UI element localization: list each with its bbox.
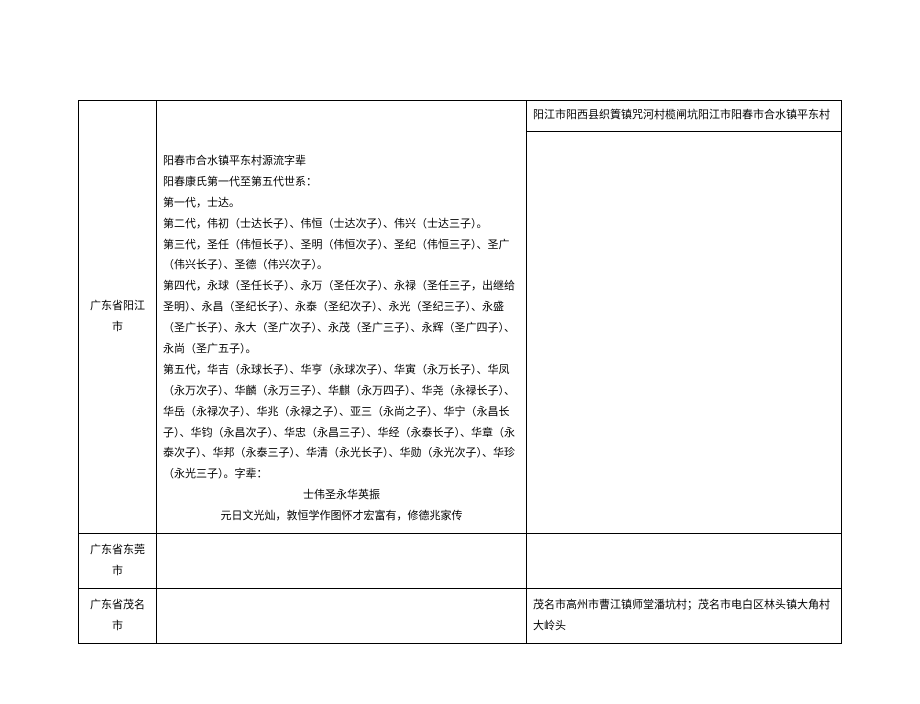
detail-cell-yangjiang: 阳春市合水镇平东村源流字辈 阳春康氏第一代至第五代世系： 第一代，士达。 第二代… (157, 101, 527, 534)
region-cell-yangjiang: 广东省阳江市 (79, 101, 157, 534)
address-cell-yangjiang-bottom (527, 131, 842, 533)
detail-line: 第五代，华吉（永球长子）、华亨（永球次子）、华寅（永万长子）、华凤（永万次子）、… (163, 360, 520, 485)
detail-center-line: 士伟圣永华英振 (163, 485, 520, 506)
detail-line: 第一代，士达。 (163, 193, 520, 214)
address-text: 茂名市高州市曹江镇师堂潘坑村；茂名市电白区林头镇大角村大岭头 (533, 599, 830, 632)
address-text: 阳江市阳西县织篢镇咒河村榄闸坑阳江市阳春市合水镇平东村 (533, 109, 830, 121)
address-cell-maoming: 茂名市高州市曹江镇师堂潘坑村；茂名市电白区林头镇大角村大岭头 (527, 588, 842, 643)
region-cell-dongguan: 广东省东莞市 (79, 534, 157, 589)
region-label: 广东省阳江市 (90, 300, 145, 333)
detail-center-line: 元日文光灿，敦恒学作图怀才宏富有，修德兆家传 (163, 506, 520, 527)
detail-line: 第三代，圣任（伟恒长子）、圣明（伟恒次子）、圣纪（伟恒三子）、圣广（伟兴长子）、… (163, 235, 520, 277)
address-cell-dongguan (527, 534, 842, 589)
detail-cell-maoming (157, 588, 527, 643)
detail-line: 第四代，永球（圣任长子）、永万（圣任次子）、永禄（圣任三子，出继给圣明）、永昌（… (163, 276, 520, 360)
detail-line: 第二代，伟初（士达长子）、伟恒（士达次子）、伟兴（士达三子）。 (163, 214, 520, 235)
genealogy-detail: 阳春市合水镇平东村源流字辈 阳春康氏第一代至第五代世系： 第一代，士达。 第二代… (163, 107, 520, 527)
address-cell-yangjiang-top: 阳江市阳西县织篢镇咒河村榄闸坑阳江市阳春市合水镇平东村 (527, 101, 842, 132)
region-cell-maoming: 广东省茂名市 (79, 588, 157, 643)
genealogy-table: 广东省阳江市 阳春市合水镇平东村源流字辈 阳春康氏第一代至第五代世系： 第一代，… (78, 100, 842, 644)
region-label: 广东省东莞市 (90, 544, 145, 577)
detail-line: 阳春市合水镇平东村源流字辈 (163, 151, 520, 172)
detail-line: 阳春康氏第一代至第五代世系： (163, 172, 520, 193)
detail-cell-dongguan (157, 534, 527, 589)
region-label: 广东省茂名市 (90, 599, 145, 632)
